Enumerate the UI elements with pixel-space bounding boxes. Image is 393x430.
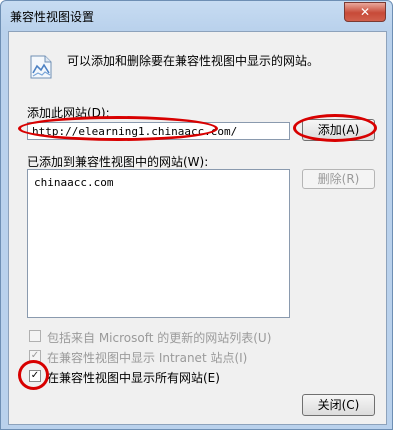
compat-view-settings-dialog: 兼容性视图设置 ✕ 可以添加和删除要在兼容性视图中显示的网站。 添加此网站(D)… (0, 0, 393, 430)
title-bar: 兼容性视图设置 ✕ (1, 1, 392, 31)
list-item[interactable]: chinaacc.com (34, 176, 113, 189)
include-ms-list-label: 包括来自 Microsoft 的更新的网站列表(U) (47, 331, 272, 345)
remove-button[interactable]: 删除(R) (302, 169, 375, 189)
url-highlight-ellipse (18, 116, 218, 141)
compat-site-list[interactable]: chinaacc.com (27, 169, 290, 318)
show-all-sites-label: 在兼容性视图中显示所有网站(E) (47, 371, 220, 385)
close-icon: ✕ (359, 5, 371, 19)
intranet-label: 在兼容性视图中显示 Intranet 站点(I) (47, 351, 248, 365)
intro-text: 可以添加和删除要在兼容性视图中显示的网站。 (67, 54, 320, 68)
site-list-label: 已添加到兼容性视图中的网站(W): (27, 155, 209, 169)
close-window-button[interactable]: ✕ (344, 2, 386, 22)
compat-view-icon (30, 55, 52, 79)
checkbox-highlight-ellipse (18, 360, 49, 390)
dialog-body: 可以添加和删除要在兼容性视图中显示的网站。 添加此网站(D): http://e… (8, 31, 387, 425)
close-button[interactable]: 关闭(C) (302, 394, 375, 416)
include-ms-list-checkbox[interactable] (29, 330, 41, 342)
window-title: 兼容性视图设置 (10, 10, 95, 24)
add-button-highlight-ellipse (293, 114, 377, 142)
